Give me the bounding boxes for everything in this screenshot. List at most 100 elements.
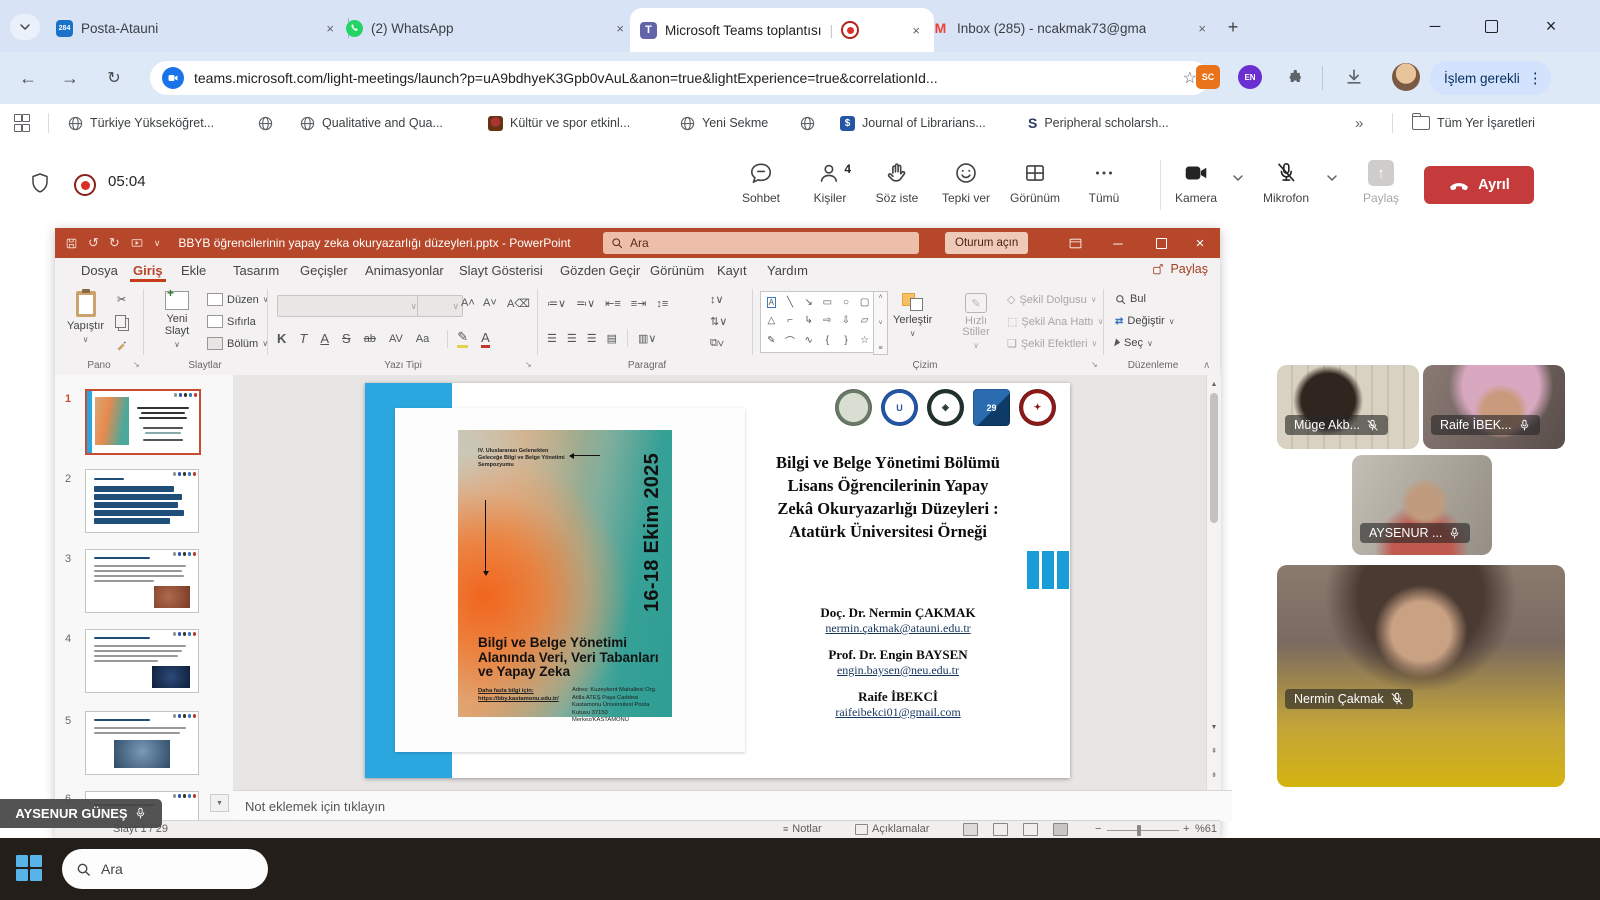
ppt-share-button[interactable]: Paylaş xyxy=(1152,262,1208,276)
reset-button[interactable]: Sıfırla xyxy=(207,315,256,328)
extensions-puzzle-icon[interactable] xyxy=(1284,67,1304,87)
new-slide-button[interactable]: Yeni Slayt ∨ xyxy=(155,291,199,349)
tab-gecisler[interactable]: Geçişler xyxy=(300,263,348,278)
numbering-button[interactable]: ≕∨ xyxy=(576,297,595,310)
collapse-ribbon-button[interactable]: ∧ xyxy=(1203,360,1210,371)
tab-animasyonlar[interactable]: Animasyonlar xyxy=(365,263,444,278)
font-dialog-launcher[interactable]: ↘ xyxy=(525,360,532,369)
paste-button[interactable]: Yapıştır ∨ xyxy=(67,291,104,344)
tab-yardim[interactable]: Yardım xyxy=(767,263,808,278)
shrink-font-button[interactable]: A˅ xyxy=(483,297,497,309)
scroll-up-arrow[interactable]: ▲ xyxy=(1207,377,1221,392)
shape-fill-button[interactable]: ◇Şekil Dolgusu∨ xyxy=(1007,293,1097,306)
browser-tab-gmail[interactable]: M Inbox (285) - ncakmak73@gma × xyxy=(922,10,1220,46)
previous-slide-button[interactable]: ⇞ xyxy=(1207,743,1221,758)
tab-gozden-gecir[interactable]: Gözden Geçir xyxy=(560,263,640,278)
mic-chevron[interactable] xyxy=(1326,172,1338,184)
zoom-in-button[interactable]: + xyxy=(1183,823,1189,835)
zoom-slider-knob[interactable] xyxy=(1137,825,1141,836)
window-close-button[interactable]: × xyxy=(1528,0,1574,52)
ppt-search-box[interactable]: Ara xyxy=(603,232,919,254)
window-maximize-button[interactable] xyxy=(1468,0,1514,52)
share-button[interactable]: ↑ Paylaş xyxy=(1349,160,1413,205)
video-tile-aysenur[interactable]: AYSENUR ... xyxy=(1352,455,1492,555)
tab-giris[interactable]: Giriş xyxy=(133,263,163,278)
current-slide[interactable]: IV. Uluslararası Gelenekten Geleceğe Bil… xyxy=(365,383,1070,778)
view-button[interactable]: Görünüm xyxy=(1003,160,1067,205)
shapes-scroll[interactable]: ˄˅≡ xyxy=(873,291,888,355)
ppt-restore-button[interactable] xyxy=(1141,228,1181,258)
slide-thumbnail-2[interactable] xyxy=(85,469,199,533)
slide-thumbnail-1[interactable] xyxy=(85,389,201,455)
more-button[interactable]: Tümü xyxy=(1072,160,1136,205)
tab-close-icon[interactable]: × xyxy=(612,19,628,38)
slide-thumbnail-5[interactable] xyxy=(85,711,199,775)
align-center-button[interactable]: ☰ xyxy=(567,332,577,345)
convert-smartart-button[interactable]: ⧉∨ xyxy=(710,337,724,350)
select-button[interactable]: Seç∨ xyxy=(1115,337,1153,349)
taskbar-search[interactable]: Ara xyxy=(62,849,268,889)
columns-button[interactable]: ▥∨ xyxy=(638,332,656,345)
bookmark-yeni-sekme[interactable]: Yeni Sekme xyxy=(680,111,768,135)
bookmark-journal[interactable]: $ Journal of Librarians... xyxy=(840,111,986,135)
font-color-button[interactable]: A xyxy=(481,330,490,348)
bullets-button[interactable]: ≔∨ xyxy=(547,297,566,310)
slide-thumbnail-3[interactable] xyxy=(85,549,199,613)
tab-ekle[interactable]: Ekle xyxy=(181,263,206,278)
scrollbar-thumb[interactable] xyxy=(1210,393,1218,523)
copy-button[interactable] xyxy=(115,315,126,328)
justify-button[interactable]: ▤ xyxy=(607,332,617,345)
shape-outline-button[interactable]: ⬚Şekil Ana Hattı∨ xyxy=(1007,315,1103,328)
ribbon-display-options[interactable] xyxy=(1055,228,1095,258)
extension-sc-icon[interactable]: SC xyxy=(1196,65,1220,89)
chrome-menu-icon[interactable]: ⋮ xyxy=(1528,69,1543,87)
ppt-minimize-button[interactable]: ─ xyxy=(1098,228,1138,258)
tab-kayit[interactable]: Kayıt xyxy=(717,263,747,278)
downloads-icon[interactable] xyxy=(1344,67,1364,87)
tab-search-button[interactable] xyxy=(10,14,40,40)
new-tab-button[interactable]: + xyxy=(1220,14,1246,40)
reading-view-button[interactable] xyxy=(1023,823,1038,836)
camera-chevron[interactable] xyxy=(1232,172,1244,184)
normal-view-button[interactable] xyxy=(963,823,978,836)
find-button[interactable]: Bul xyxy=(1115,293,1146,305)
shape-effects-button[interactable]: ❏Şekil Efektleri∨ xyxy=(1007,337,1097,350)
cut-button[interactable]: ✂ xyxy=(117,293,126,306)
cizim-dialog-launcher[interactable]: ↘ xyxy=(1091,360,1098,369)
arrange-button[interactable]: Yerleştir ∨ xyxy=(893,293,932,338)
all-bookmarks-button[interactable]: Tüm Yer İşaretleri xyxy=(1412,111,1535,135)
slide-canvas[interactable]: IV. Uluslararası Gelenekten Geleceğe Bil… xyxy=(233,375,1206,790)
ppt-close-button[interactable]: × xyxy=(1180,228,1220,258)
subscript-button[interactable]: ab xyxy=(364,333,376,345)
browser-tab-whatsapp[interactable]: (2) WhatsApp × xyxy=(336,10,638,46)
zoom-level[interactable]: %61 xyxy=(1195,823,1217,835)
align-right-button[interactable]: ☰ xyxy=(587,332,597,345)
increase-indent-button[interactable]: ≡⇥ xyxy=(631,297,647,310)
canvas-scrollbar[interactable]: ▲ ▼ ⇞ ⇟ xyxy=(1206,375,1221,790)
align-left-button[interactable]: ☰ xyxy=(547,332,557,345)
replace-button[interactable]: ⇄ Değiştir∨ xyxy=(1115,315,1175,327)
bookmark-kultur[interactable]: Kültür ve spor etkinl... xyxy=(488,111,630,135)
notes-area[interactable]: Not eklemek için tıklayın xyxy=(233,790,1232,821)
tab-dosya[interactable]: Dosya xyxy=(81,263,118,278)
forward-button[interactable]: → xyxy=(54,62,86,94)
react-button[interactable]: Tepki ver xyxy=(934,160,998,205)
font-size-combo[interactable]: ∨ xyxy=(417,295,463,317)
thumbnail-collapse-button[interactable]: ▼ xyxy=(210,794,229,812)
camera-button[interactable]: Kamera xyxy=(1164,160,1228,205)
slideshow-view-button[interactable] xyxy=(1053,823,1068,836)
bookmark-turkiye[interactable]: Türkiye Yükseköğret... xyxy=(68,111,214,135)
section-button[interactable]: Bölüm∨ xyxy=(207,337,268,350)
raise-hand-button[interactable]: Söz iste xyxy=(865,160,929,205)
sign-in-button[interactable]: Oturum açın xyxy=(945,232,1028,254)
decrease-indent-button[interactable]: ⇤≡ xyxy=(605,297,621,310)
pano-dialog-launcher[interactable]: ↘ xyxy=(133,360,140,369)
align-text-button[interactable]: ⇅∨ xyxy=(710,315,727,328)
shapes-gallery[interactable]: A╲↘▭○▢ △⌐↳⇨⇩▱ ✎⌒∿{}☆ xyxy=(760,291,876,353)
start-button[interactable] xyxy=(16,855,42,881)
tab-slayt-gosterisi[interactable]: Slayt Gösterisi xyxy=(459,263,543,278)
text-direction-button[interactable]: ↕∨ xyxy=(710,293,724,306)
tab-gorunum[interactable]: Görünüm xyxy=(650,263,704,278)
address-bar[interactable]: teams.microsoft.com/light-meetings/launc… xyxy=(150,61,1209,95)
chat-button[interactable]: Sohbet xyxy=(729,160,793,205)
